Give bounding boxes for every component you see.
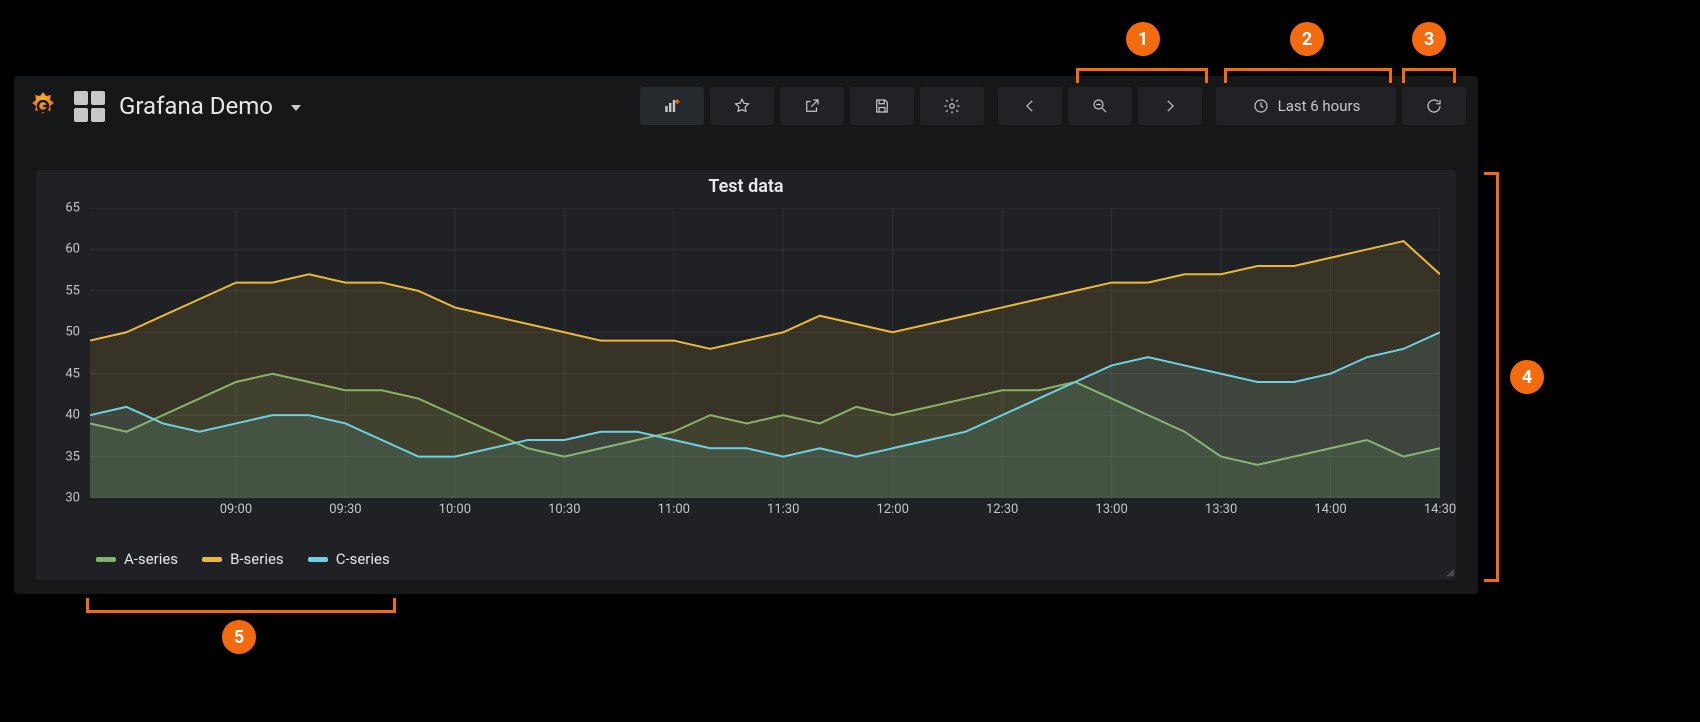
y-tick-label: 35 (65, 449, 80, 464)
chart-plot-area[interactable] (90, 208, 1440, 498)
star-button[interactable] (710, 87, 774, 125)
chevron-left-icon (1021, 97, 1039, 115)
y-axis-ticks: 3035404550556065 (36, 208, 86, 498)
y-tick-label: 65 (65, 201, 80, 216)
settings-button[interactable] (920, 87, 984, 125)
legend-item[interactable]: A-series (96, 550, 178, 568)
annotation-badge-2: 2 (1290, 22, 1324, 56)
zoom-out-button[interactable] (1068, 87, 1132, 125)
x-tick-label: 09:30 (329, 502, 361, 517)
y-tick-label: 55 (65, 283, 80, 298)
x-tick-label: 14:00 (1314, 502, 1346, 517)
refresh-button[interactable] (1402, 87, 1466, 125)
share-icon (803, 97, 821, 115)
refresh-icon (1425, 97, 1443, 115)
dashboard-grid-icon (74, 91, 105, 122)
dashboard-title: Grafana Demo (119, 92, 273, 120)
x-tick-label: 13:00 (1095, 502, 1127, 517)
bar-chart-plus-icon (663, 97, 681, 115)
save-icon (873, 97, 891, 115)
x-tick-label: 09:00 (220, 502, 252, 517)
annotation-badge-1: 1 (1126, 22, 1160, 56)
y-tick-label: 45 (65, 366, 80, 381)
share-button[interactable] (780, 87, 844, 125)
x-tick-label: 10:00 (439, 502, 471, 517)
resize-handle-icon[interactable]: ◢ (1446, 567, 1452, 578)
annotation-badge-4: 4 (1510, 360, 1544, 394)
chevron-down-icon (291, 105, 301, 111)
chart-legend: A-series B-series C-series (96, 550, 390, 568)
legend-item[interactable]: B-series (202, 550, 284, 568)
annotation-badge-3: 3 (1412, 22, 1446, 56)
panel-title: Test data (36, 170, 1456, 197)
legend-label: A-series (124, 550, 178, 568)
time-forward-button[interactable] (1138, 87, 1202, 125)
x-tick-label: 11:00 (658, 502, 690, 517)
clock-icon (1252, 97, 1270, 115)
add-panel-button[interactable] (640, 87, 704, 125)
legend-swatch (202, 557, 222, 562)
x-tick-label: 10:30 (548, 502, 580, 517)
time-range-picker[interactable]: Last 6 hours (1216, 87, 1396, 125)
grafana-logo-icon[interactable] (26, 89, 60, 123)
y-tick-label: 60 (65, 242, 80, 257)
time-range-label: Last 6 hours (1278, 97, 1361, 115)
gear-icon (943, 97, 961, 115)
x-tick-label: 13:30 (1205, 502, 1237, 517)
zoom-out-icon (1091, 97, 1109, 115)
x-tick-label: 12:30 (986, 502, 1018, 517)
star-icon (733, 97, 751, 115)
x-tick-label: 12:00 (877, 502, 909, 517)
x-tick-label: 11:30 (767, 502, 799, 517)
dashboard-picker[interactable]: Grafana Demo (74, 91, 301, 122)
y-tick-label: 40 (65, 408, 80, 423)
legend-swatch (308, 557, 328, 562)
legend-item[interactable]: C-series (308, 550, 390, 568)
legend-label: B-series (230, 550, 284, 568)
y-tick-label: 30 (65, 491, 80, 506)
save-button[interactable] (850, 87, 914, 125)
x-tick-label: 14:30 (1424, 502, 1456, 517)
y-tick-label: 50 (65, 325, 80, 340)
legend-label: C-series (336, 550, 390, 568)
x-axis-ticks: 09:00 09:30 10:00 10:30 11:00 11:30 12:00 12:30… (90, 502, 1440, 524)
graph-panel[interactable]: Test data 30 35 40 45 50 55 60 65 09:00 09:30 10:… (36, 170, 1456, 580)
annotation-badge-5: 5 (222, 620, 256, 654)
time-back-button[interactable] (998, 87, 1062, 125)
legend-swatch (96, 557, 116, 562)
chevron-right-icon (1161, 97, 1179, 115)
